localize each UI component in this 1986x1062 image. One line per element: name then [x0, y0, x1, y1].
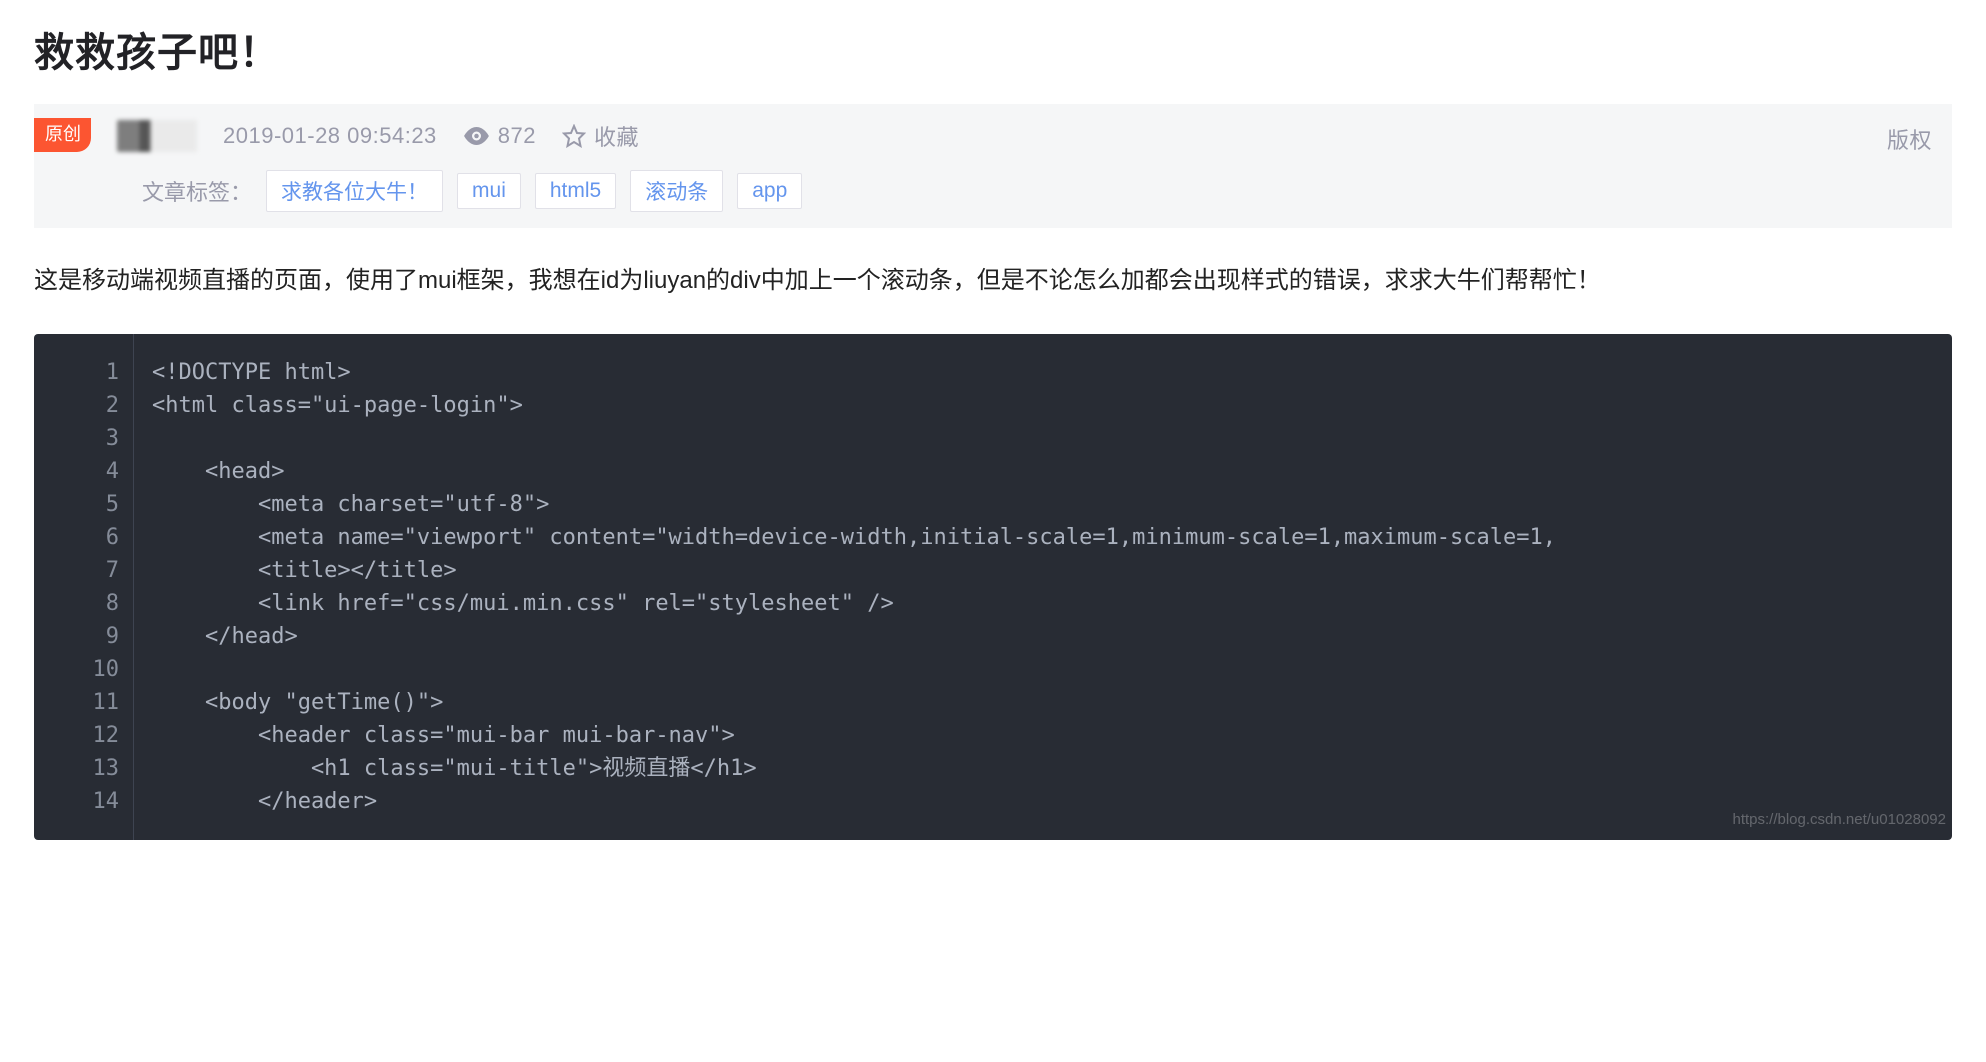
meta-row-primary: 原创 2019-01-28 09:54:23 872 收藏 版权 — [34, 120, 1932, 152]
tag-item[interactable]: app — [737, 173, 802, 209]
tag-item[interactable]: 滚动条 — [630, 170, 723, 212]
star-icon — [562, 124, 586, 148]
article-meta-bar: 原创 2019-01-28 09:54:23 872 收藏 版权 文章标签： 求… — [34, 104, 1952, 228]
favorite-button[interactable]: 收藏 — [562, 120, 639, 152]
article-body-text: 这是移动端视频直播的页面，使用了mui框架，我想在id为liuyan的div中加… — [34, 258, 1952, 304]
tag-item[interactable]: mui — [457, 173, 521, 209]
page-title: 救救孩子吧！ — [34, 20, 1952, 78]
favorite-label: 收藏 — [594, 120, 639, 152]
view-count-value: 872 — [498, 123, 536, 149]
tag-item[interactable]: 求教各位大牛！ — [266, 170, 443, 212]
watermark-text: https://blog.csdn.net/u01028092 — [1732, 803, 1946, 836]
publish-timestamp: 2019-01-28 09:54:23 — [223, 123, 437, 149]
original-badge: 原创 — [34, 118, 91, 152]
author-avatar-blurred[interactable] — [117, 120, 197, 152]
code-content[interactable]: <!DOCTYPE html> <html class="ui-page-log… — [134, 334, 1952, 840]
meta-row-tags: 文章标签： 求教各位大牛！ mui html5 滚动条 app — [34, 170, 1932, 212]
code-block: 1234567891011121314 <!DOCTYPE html> <htm… — [34, 334, 1952, 840]
copyright-link[interactable]: 版权 — [1887, 123, 1932, 155]
eye-icon — [463, 126, 490, 146]
view-count: 872 — [463, 123, 536, 149]
code-gutter: 1234567891011121314 — [34, 334, 134, 840]
tags-label: 文章标签： — [142, 175, 252, 207]
tag-item[interactable]: html5 — [535, 173, 616, 209]
